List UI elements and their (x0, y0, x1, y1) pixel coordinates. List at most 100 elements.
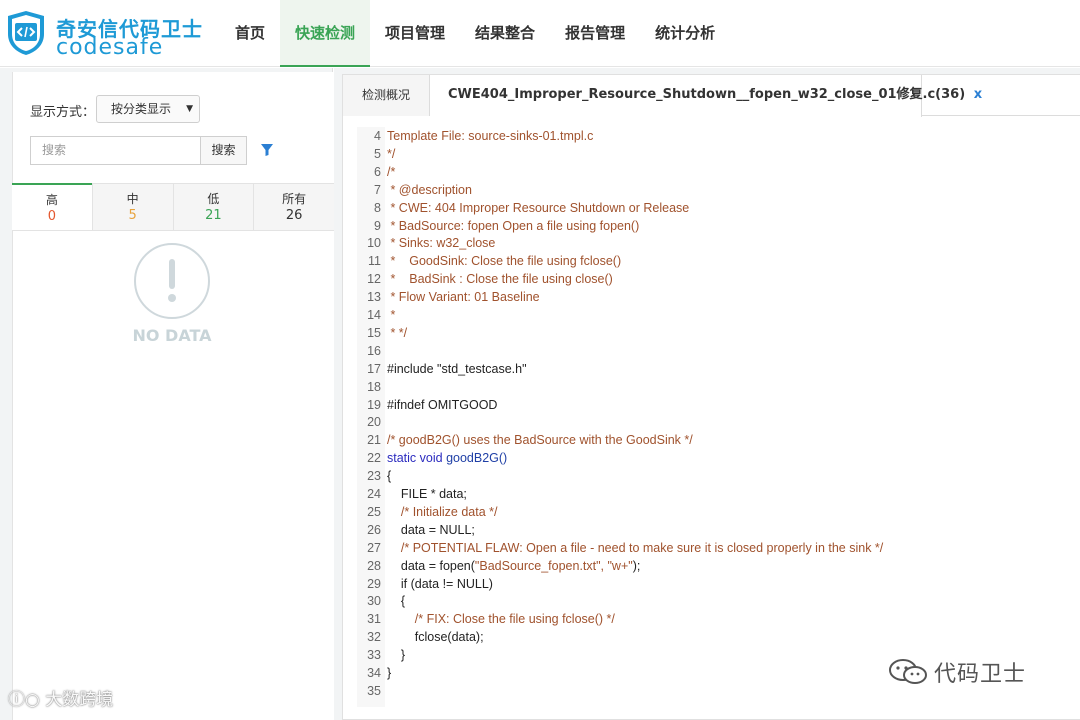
severity-tab-high[interactable]: 高 0 (12, 183, 92, 230)
line-number: 34 (367, 666, 381, 680)
code-text: * GoodSink: Close the file using fclose(… (387, 254, 622, 269)
display-mode-select[interactable]: 按分类显示 ▼ (96, 95, 200, 123)
nav-result-integration[interactable]: 结果整合 (460, 0, 550, 67)
line-number: 5 (374, 146, 381, 161)
severity-tab-label: 低 (207, 192, 220, 206)
filter-icon[interactable] (260, 143, 274, 157)
right-panel: 检测概况 CWE404_Improper_Resource_Shutdown__… (334, 68, 1080, 720)
line-number: 11 (368, 254, 381, 269)
line-number: 13 (367, 290, 381, 305)
line-number: 9 (374, 218, 381, 233)
line-number: 24 (367, 487, 381, 501)
code-text: * BadSource: fopen Open a file using fop… (387, 218, 640, 233)
code-text: * Sinks: w32_close (387, 236, 496, 251)
search-button[interactable]: 搜索 (200, 136, 247, 165)
line-number: 22 (367, 451, 381, 466)
line-number: 28 (367, 558, 381, 573)
main-nav: 首页 快速检测 项目管理 结果整合 报告管理 统计分析 (220, 0, 730, 67)
weibo-icon: ⓘ○ (8, 690, 46, 710)
close-tab-icon[interactable]: x (974, 87, 982, 102)
no-data-text: NO DATA (132, 326, 212, 345)
search-input[interactable]: 搜索 (30, 136, 200, 165)
nav-statistics[interactable]: 统计分析 (640, 0, 730, 67)
code-text: /* (387, 164, 396, 179)
code-text: { (387, 469, 392, 484)
line-number: 21 (367, 433, 381, 448)
line-number: 16 (367, 343, 381, 358)
line-number: 25 (367, 504, 381, 519)
nav-report-management[interactable]: 报告管理 (550, 0, 640, 67)
line-number: 27 (367, 540, 381, 555)
code-text: /* Initialize data */ (387, 504, 498, 519)
nav-home[interactable]: 首页 (220, 0, 280, 67)
line-number: 30 (367, 594, 381, 609)
code-text: /* goodB2G() uses the BadSource with the… (387, 433, 693, 448)
line-number: 7 (374, 182, 381, 197)
line-number: 23 (367, 469, 381, 484)
nav-project-management[interactable]: 项目管理 (370, 0, 460, 67)
left-panel: 显示方式： 按分类显示 ▼ 搜索 搜索 高 0 中 5 低 21 所有 26 N… (0, 68, 334, 720)
severity-tabs: 高 0 中 5 低 21 所有 26 (12, 183, 334, 231)
watermark-right: 代码卫士 (888, 656, 1026, 688)
code-text: * */ (387, 325, 408, 340)
line-number: 15 (367, 325, 381, 340)
line-number: 31 (367, 612, 381, 627)
code-text: Template File: source-sinks-01.tmpl.c (387, 129, 594, 143)
severity-tab-medium[interactable]: 中 5 (91, 184, 173, 230)
code-text: { (387, 594, 406, 609)
code-text: /* POTENTIAL FLAW: Open a file - need to… (387, 540, 884, 555)
line-number: 12 (367, 272, 381, 287)
top-navbar: 奇安信代码卫士 codesafe 首页 快速检测 项目管理 结果整合 报告管理 … (0, 0, 1080, 67)
line-number: 14 (367, 308, 381, 322)
display-mode-label: 显示方式： (30, 105, 96, 120)
code-text: /* FIX: Close the file using fclose() */ (387, 612, 615, 627)
severity-tab-all[interactable]: 所有 26 (253, 184, 334, 230)
line-number: 19 (367, 397, 381, 412)
code-text: #ifndef OMITGOOD (387, 397, 498, 412)
line-number: 32 (367, 630, 381, 645)
code-text: * (387, 308, 396, 322)
code-text: #include "std_testcase.h" (387, 361, 527, 376)
code-text: if (data != NULL) (387, 576, 493, 591)
dropdown-caret-icon: ▼ (186, 104, 193, 114)
nav-quick-scan[interactable]: 快速检测 (280, 0, 371, 67)
code-text: data = fopen("BadSource_fopen.txt", "w+"… (387, 558, 641, 573)
code-text: FILE * data; (387, 487, 467, 501)
severity-tab-count: 0 (47, 209, 57, 224)
logo-english-text: codesafe (56, 35, 164, 60)
tab-source-file-label: CWE404_Improper_Resource_Shutdown__fopen… (448, 87, 966, 102)
severity-tab-label: 中 (126, 192, 139, 206)
exclamation-glyph (168, 259, 176, 302)
watermark-left: ⓘ○ 大数跨境 (8, 685, 113, 710)
line-number: 29 (367, 576, 381, 591)
code-text: * Flow Variant: 01 Baseline (387, 290, 540, 305)
line-number: 35 (367, 683, 381, 698)
tab-overview[interactable]: 检测概况 (343, 75, 430, 116)
severity-tab-low[interactable]: 低 21 (172, 184, 254, 230)
shield-code-icon (8, 11, 44, 55)
code-text: } (387, 666, 392, 680)
editor-tabbar: 检测概况 CWE404_Improper_Resource_Shutdown__… (343, 75, 1080, 117)
code-text: * @description (387, 182, 472, 197)
line-number: 18 (367, 379, 381, 394)
code-text: static void goodB2G() (387, 451, 508, 466)
code-viewer: 检测概况 CWE404_Improper_Resource_Shutdown__… (342, 74, 1080, 720)
code-text: } (387, 648, 406, 663)
code-area: 4 Template File: source-sinks-01.tmpl.c 5 *… (357, 127, 1077, 717)
code-text: * CWE: 404 Improper Resource Shutdown or… (387, 200, 690, 215)
severity-tab-count: 26 (285, 208, 303, 223)
watermark-left-text: 大数跨境 (45, 690, 114, 710)
code-text: data = NULL; (387, 522, 475, 537)
display-mode-value: 按分类显示 (111, 102, 172, 116)
line-number: 20 (367, 415, 381, 430)
line-number: 17 (367, 361, 381, 376)
line-number: 10 (367, 236, 381, 251)
severity-tab-count: 21 (205, 208, 222, 223)
line-number: 26 (367, 522, 381, 537)
line-number: 6 (374, 164, 381, 179)
tab-source-file[interactable]: CWE404_Improper_Resource_Shutdown__fopen… (430, 75, 982, 117)
code-text: fclose(data); (387, 630, 484, 645)
left-panel-body (12, 72, 334, 720)
exclamation-icon (134, 243, 210, 319)
code-text: */ (387, 146, 396, 161)
